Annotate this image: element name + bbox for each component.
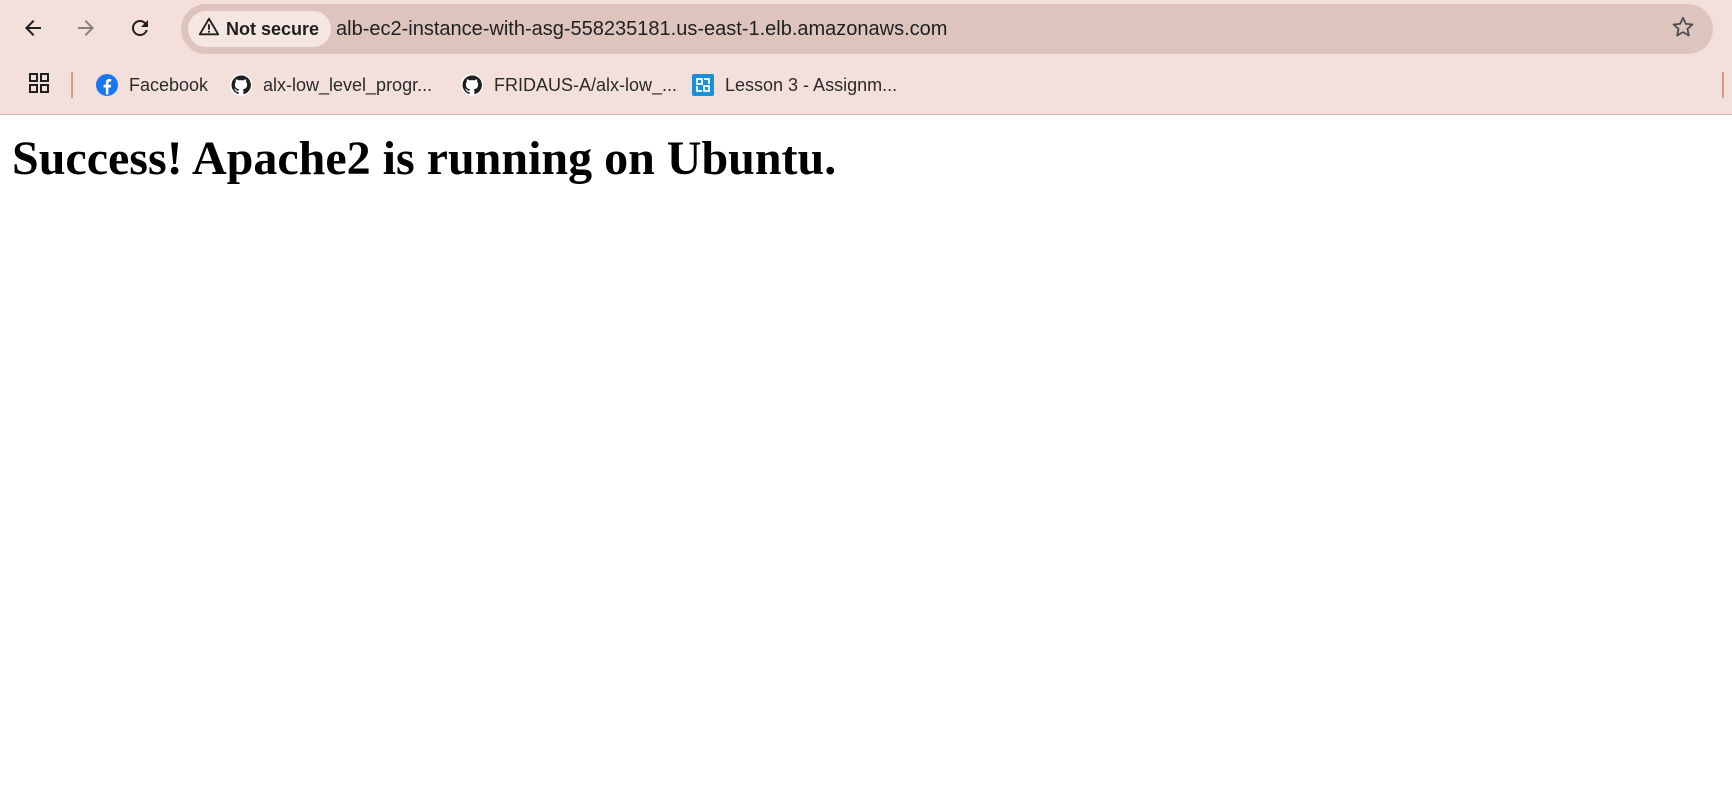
omnibox[interactable]: Not secure alb-ec2-instance-with-asg-558… <box>181 4 1713 54</box>
arrow-left-icon <box>21 16 45 45</box>
github-icon <box>229 73 253 97</box>
back-button[interactable] <box>13 10 53 50</box>
bookmark-fridaus-alx-low[interactable]: FRIDAUS-A/alx-low_... <box>460 68 677 102</box>
bookmark-label: alx-low_level_progr... <box>263 74 433 95</box>
apps-button[interactable] <box>24 70 54 100</box>
forward-button[interactable] <box>66 10 106 50</box>
bookmark-star-button[interactable] <box>1667 13 1699 45</box>
bookmark-lesson-3[interactable]: Lesson 3 - Assignm... <box>691 68 897 102</box>
arrow-right-icon <box>74 16 98 45</box>
warning-triangle-icon <box>198 16 220 43</box>
bookmarks-separator <box>71 72 73 98</box>
bookmark-alx-low-level[interactable]: alx-low_level_progr... <box>229 68 432 102</box>
bookmark-label: FRIDAUS-A/alx-low_... <box>494 74 678 95</box>
reload-button[interactable] <box>120 10 160 50</box>
browser-chrome: Not secure alb-ec2-instance-with-asg-558… <box>0 0 1732 115</box>
star-outline-icon <box>1670 14 1696 45</box>
bookmark-label: Lesson 3 - Assignm... <box>725 74 898 95</box>
bookmark-facebook[interactable]: Facebook <box>95 68 208 102</box>
bookmarks-bar: Facebook alx-low_level_progr... FRIDAUS-… <box>0 64 1732 106</box>
page-heading: Success! Apache2 is running on Ubuntu. <box>12 132 837 185</box>
page-content: Success! Apache2 is running on Ubuntu. <box>0 115 1732 808</box>
security-label: Not secure <box>226 18 320 39</box>
lesson-app-icon <box>691 73 715 97</box>
apps-grid-icon <box>27 71 51 100</box>
facebook-icon <box>95 73 119 97</box>
github-icon <box>460 73 484 97</box>
site-info-chip[interactable]: Not secure <box>188 11 332 47</box>
bookmarks-overflow-separator <box>1722 72 1724 98</box>
bookmark-label: Facebook <box>129 74 209 95</box>
reload-icon <box>128 16 152 45</box>
url-text[interactable]: alb-ec2-instance-with-asg-558235181.us-e… <box>336 4 947 54</box>
